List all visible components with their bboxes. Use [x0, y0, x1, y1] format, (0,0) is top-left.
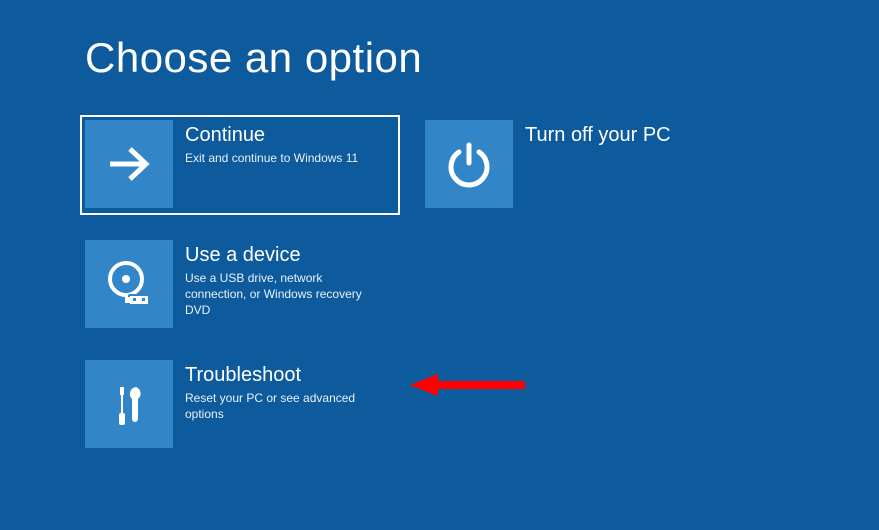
tools-icon: [85, 360, 173, 448]
disc-usb-icon: [85, 240, 173, 328]
troubleshoot-title: Troubleshoot: [185, 364, 383, 386]
continue-tile[interactable]: Continue Exit and continue to Windows 11: [80, 115, 400, 215]
turnoff-title: Turn off your PC: [525, 124, 671, 146]
continue-desc: Exit and continue to Windows 11: [185, 150, 358, 166]
use-device-desc: Use a USB drive, network connection, or …: [185, 270, 383, 319]
troubleshoot-desc: Reset your PC or see advanced options: [185, 390, 383, 422]
options-grid: Continue Exit and continue to Windows 11…: [80, 115, 840, 475]
troubleshoot-tile[interactable]: Troubleshoot Reset your PC or see advanc…: [80, 355, 400, 455]
power-icon: [425, 120, 513, 208]
turnoff-tile[interactable]: Turn off your PC: [420, 115, 740, 215]
page-title: Choose an option: [85, 34, 422, 82]
arrow-right-icon: [85, 120, 173, 208]
use-device-title: Use a device: [185, 244, 383, 266]
continue-title: Continue: [185, 124, 358, 146]
use-device-tile[interactable]: Use a device Use a USB drive, network co…: [80, 235, 400, 335]
